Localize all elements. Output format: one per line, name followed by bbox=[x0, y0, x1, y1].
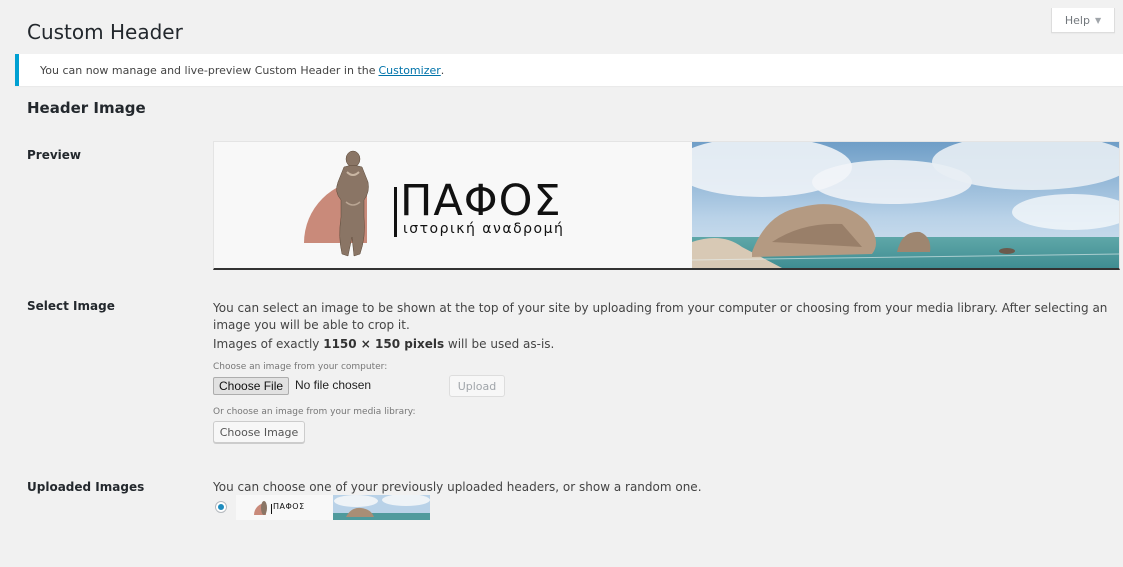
notice-end: . bbox=[440, 63, 445, 77]
thumbnail-graphic bbox=[236, 495, 430, 520]
choose-file-button[interactable]: Choose File bbox=[213, 377, 290, 395]
help-label: Help bbox=[1064, 13, 1090, 27]
thumbnail-logo-text: ΠΑΦΟΣ bbox=[273, 502, 305, 511]
no-file-chosen-text: No file chosen bbox=[295, 378, 372, 392]
logo-main-text: ΠΑΦΟΣ bbox=[400, 176, 562, 226]
help-tab-button[interactable]: Help ▼ bbox=[1051, 8, 1115, 33]
preview-photo bbox=[672, 142, 1119, 268]
logo-sub-text: ιστορική αναδρομή bbox=[403, 221, 565, 237]
computer-upload-label: Choose an image from your computer: bbox=[213, 362, 388, 372]
notice-text: You can now manage and live-preview Cust… bbox=[40, 63, 376, 77]
coast-photo bbox=[672, 142, 1119, 268]
page-title: Custom Header bbox=[27, 20, 183, 44]
caret-down-icon: ▼ bbox=[1094, 15, 1102, 25]
image-size-value: 1150 × 150 pixels bbox=[323, 337, 445, 351]
select-image-description: You can select an image to be shown at t… bbox=[213, 301, 1108, 332]
upload-button[interactable]: Upload bbox=[449, 375, 505, 397]
uploaded-images-description: You can choose one of your previously up… bbox=[213, 480, 702, 494]
choose-image-button[interactable]: Choose Image bbox=[213, 421, 305, 443]
preview-logo-area: ΠΑΦΟΣ ιστορική αναδρομή bbox=[214, 142, 692, 268]
uploaded-images-label: Uploaded Images bbox=[27, 480, 145, 494]
customizer-link[interactable]: Customizer bbox=[379, 64, 441, 77]
select-image-label: Select Image bbox=[27, 299, 115, 313]
uploaded-header-radio[interactable] bbox=[215, 501, 227, 513]
uploaded-header-thumbnail[interactable]: ΠΑΦΟΣ bbox=[236, 495, 430, 520]
preview-label: Preview bbox=[27, 148, 82, 162]
customizer-notice: You can now manage and live-preview Cust… bbox=[15, 54, 1123, 86]
media-library-label: Or choose an image from your media libra… bbox=[213, 407, 416, 417]
image-size-note: Images of exactly 1150 × 150 pixels will… bbox=[213, 337, 555, 351]
radio-checked-dot bbox=[218, 504, 224, 510]
header-image-preview: ΠΑΦΟΣ ιστορική αναδρομή bbox=[213, 141, 1120, 270]
section-title: Header Image bbox=[27, 99, 146, 117]
